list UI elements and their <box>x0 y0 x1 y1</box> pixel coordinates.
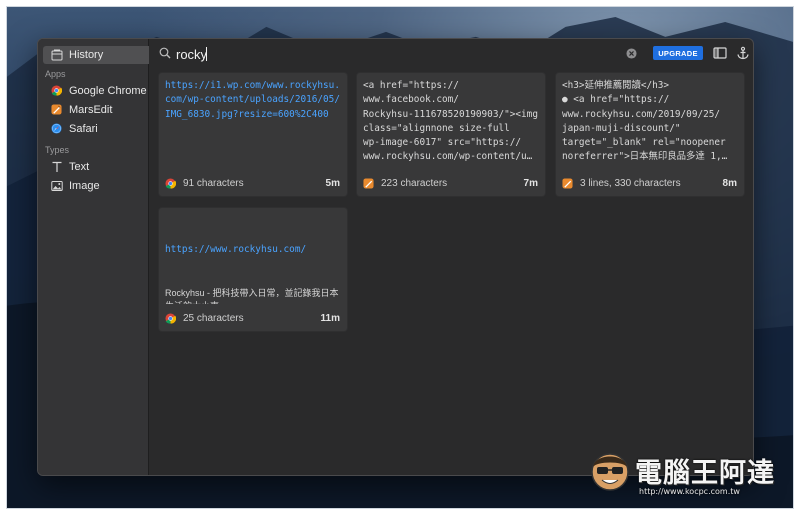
text-type-icon <box>50 160 63 173</box>
clip-content: <a href="https:// www.facebook.com/ Rock… <box>363 80 538 163</box>
sidebar-item-history[interactable]: History <box>43 46 149 64</box>
chrome-icon <box>50 84 63 97</box>
anchor-icon[interactable] <box>736 46 750 60</box>
clear-search-icon[interactable] <box>626 48 637 59</box>
clip-footer: 3 lines, 330 characters 8m <box>562 176 737 190</box>
clip-meta: 223 characters <box>381 177 448 189</box>
image-type-icon <box>50 179 63 192</box>
desktop-wallpaper: History Apps Google Chrome MarsEdit Safa… <box>6 6 794 509</box>
sidebar-item-marsedit[interactable]: MarsEdit <box>38 100 148 119</box>
sidebar-item-label: Safari <box>69 122 98 135</box>
watermark: 電腦王阿達 http://www.kocpc.com.tw <box>587 445 787 505</box>
watermark-url: http://www.kocpc.com.tw <box>639 487 740 496</box>
clip-time: 11m <box>320 312 340 324</box>
types-heading: Types <box>45 145 70 155</box>
marsedit-icon <box>562 177 573 189</box>
search-bar: UPGRADE <box>150 39 753 69</box>
sidebar-item-image[interactable]: Image <box>38 176 148 195</box>
upgrade-button[interactable]: UPGRADE <box>653 46 703 60</box>
sidebar-item-label: MarsEdit <box>69 103 113 116</box>
safari-icon <box>50 122 63 135</box>
chrome-icon <box>165 312 177 324</box>
clip-time: 5m <box>325 177 340 189</box>
sidebar-toggle-icon[interactable] <box>713 46 727 60</box>
clip-card[interactable]: <a href="https:// www.facebook.com/ Rock… <box>356 72 546 197</box>
sidebar-item-google-chrome[interactable]: Google Chrome <box>38 81 148 100</box>
clip-time: 7m <box>523 177 538 189</box>
clip-footer: 25 characters 11m <box>165 311 340 325</box>
clip-meta: 91 characters <box>183 177 244 189</box>
mascot-logo-icon <box>591 453 629 491</box>
clip-content: <h3>延伸推薦閱讀</h3> ● <a href="https:// www.… <box>562 80 728 163</box>
clip-footer: 223 characters 7m <box>363 176 538 190</box>
chrome-icon <box>165 177 177 189</box>
sidebar-item-label: Google Chrome <box>69 84 147 97</box>
sidebar-item-label: History <box>69 49 104 61</box>
clip-card[interactable]: https://i1.wp.com/www.rockyhsu.com/wp-co… <box>158 72 348 197</box>
main-panel: UPGRADE https://i1.wp.com/www.rockyhsu.c… <box>150 39 753 475</box>
search-input[interactable] <box>176 45 476 63</box>
history-icon <box>50 49 63 62</box>
clip-content: https://i1.wp.com/www.rockyhsu.com/wp-co… <box>165 80 340 120</box>
marsedit-icon <box>363 177 374 189</box>
watermark-text: 電腦王阿達 <box>635 458 775 489</box>
sidebar-item-label: Text <box>69 160 90 173</box>
marsedit-icon <box>50 103 63 116</box>
clip-card[interactable]: <h3>延伸推薦閱讀</h3> ● <a href="https:// www.… <box>555 72 745 197</box>
link-title: https://www.rockyhsu.com/ <box>165 243 307 255</box>
clip-time: 8m <box>722 177 737 189</box>
sidebar-item-label: Image <box>69 179 100 192</box>
clip-footer: 91 characters 5m <box>165 176 340 190</box>
sidebar: History Apps Google Chrome MarsEdit Safa… <box>38 39 149 475</box>
search-icon <box>159 47 171 59</box>
link-description: Rockyhsu - 把科技帶入日常，並記錄我日本生活的大小事 <box>165 288 339 304</box>
sidebar-item-text[interactable]: Text <box>38 157 148 176</box>
clip-meta: 25 characters <box>183 312 244 324</box>
sidebar-item-safari[interactable]: Safari <box>38 119 148 138</box>
apps-heading: Apps <box>45 69 66 79</box>
clip-meta: 3 lines, 330 characters <box>580 177 681 189</box>
clip-card[interactable]: https://www.rockyhsu.com/ Rockyhsu - 把科技… <box>158 207 348 332</box>
clipboard-app-window: History Apps Google Chrome MarsEdit Safa… <box>37 38 754 476</box>
text-caret <box>206 47 207 61</box>
clip-content: https://www.rockyhsu.com/ Rockyhsu - 把科技… <box>165 214 341 304</box>
